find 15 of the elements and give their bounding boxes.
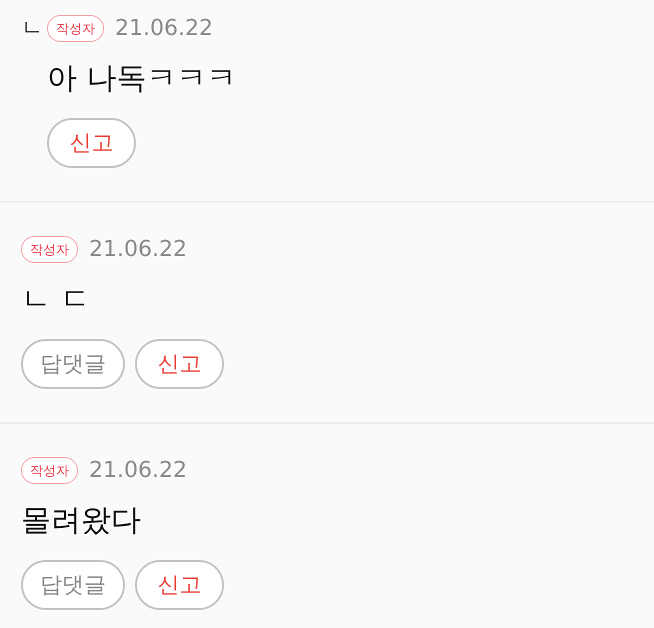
author-badge: 작성자 [21,457,78,484]
comment-text: ㄴ ㄷ [21,281,92,318]
report-button[interactable]: 신고 [135,339,224,389]
author-badge: 작성자 [21,236,78,263]
reply-button[interactable]: 답댓글 [21,339,125,389]
comment-date: 21.06.22 [115,15,213,42]
comment-text: 몰려왔다 [21,502,142,539]
comment-date: 21.06.22 [89,457,187,484]
report-button[interactable]: 신고 [135,560,224,610]
comment-text: 아 나독ㅋㅋㅋ [47,60,237,97]
comment-date: 21.06.22 [89,236,187,263]
reply-marker: ㄴ [21,15,44,42]
author-badge: 작성자 [47,15,104,42]
reply-button[interactable]: 답댓글 [21,560,125,610]
report-button[interactable]: 신고 [47,118,136,168]
